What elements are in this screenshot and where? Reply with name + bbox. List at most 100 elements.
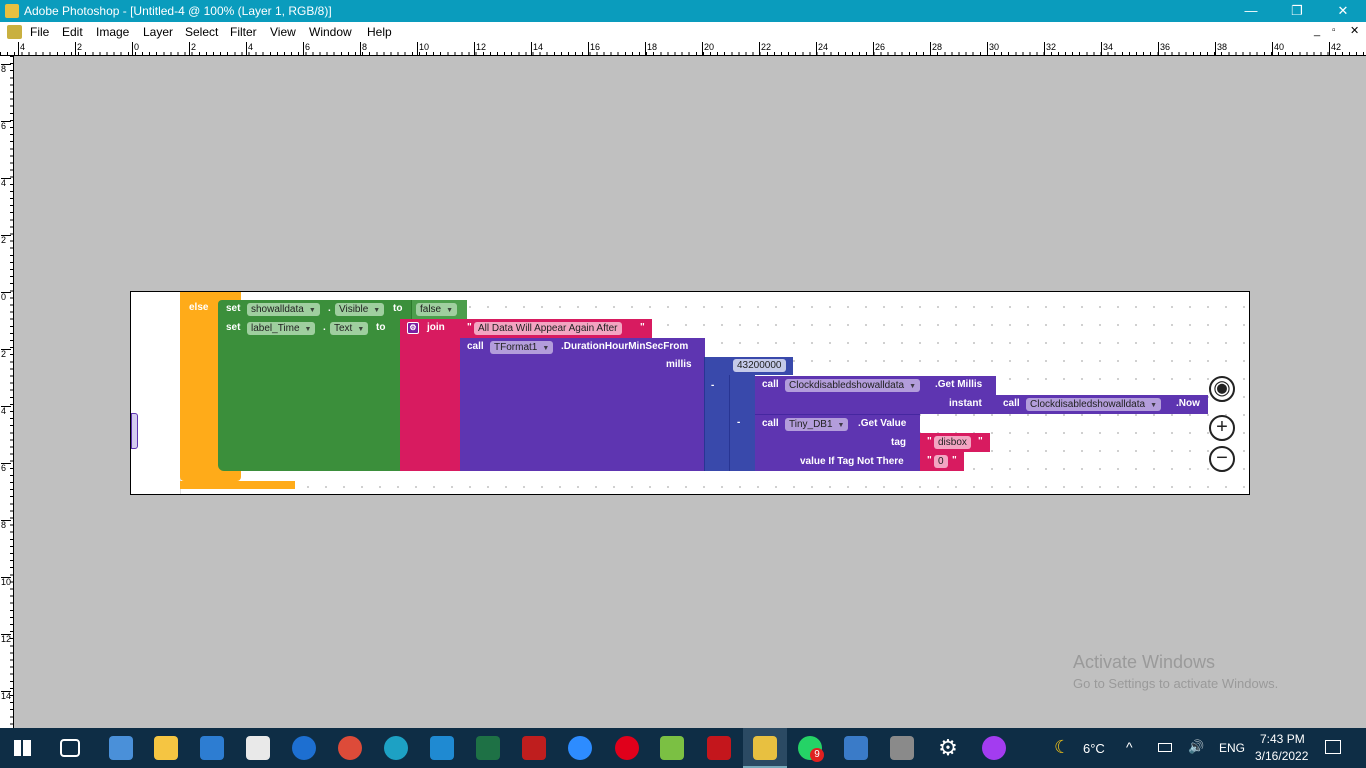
zoom-in-icon[interactable]: + [1209,415,1235,441]
bluestacks-icon[interactable] [660,736,684,760]
ruler-tick-label: 32 [1044,42,1056,55]
component-dropdown[interactable]: Tiny_DB1 ▼ [785,418,849,431]
notification-badge: 9 [810,748,824,762]
ruler-tick-label: 10 [1,577,12,587]
ruler-tick-label: 2 [1,349,11,359]
menu-layer[interactable]: Layer [143,25,173,39]
ruler-tick-label: 14 [531,42,543,55]
ruler-tick-label: 8 [1,64,11,74]
component-dropdown[interactable]: showalldata ▼ [247,303,320,316]
app-icon[interactable] [292,736,316,760]
mail-icon[interactable] [200,736,224,760]
component-dropdown[interactable]: label_Time ▼ [247,322,316,335]
component-dropdown[interactable]: TFormat1 ▼ [490,341,554,354]
get-millis-block[interactable]: call Clockdisabledshowalldata ▼ .Get Mill… [755,376,996,414]
window-title: Adobe Photoshop - [Untitled-4 @ 100% (La… [24,4,332,18]
tag-text-block[interactable]: " disbox " [920,433,990,452]
ruler-tick-label: 16 [588,42,600,55]
doc-minimize-button[interactable]: _ [1314,25,1320,37]
chrome-icon[interactable] [338,736,362,760]
messenger-icon[interactable] [982,736,1006,760]
menu-bar: File Edit Image Layer Select Filter View… [0,22,1366,42]
file-explorer-icon[interactable] [154,736,178,760]
menu-image[interactable]: Image [96,25,129,39]
component-dropdown[interactable]: Clockdisabledshowalldata ▼ [1026,398,1162,411]
zoom-out-icon[interactable]: − [1209,446,1235,472]
vscode-icon[interactable] [430,736,454,760]
photos-icon[interactable] [844,736,868,760]
ruler-tick-label: 24 [816,42,828,55]
acrobat-icon[interactable] [707,736,731,760]
opera-icon[interactable] [615,736,639,760]
moon-weather-icon[interactable]: ☾ [1054,737,1070,758]
language-indicator[interactable]: ENG [1219,741,1245,755]
tinydb-get-value-block[interactable]: call Tiny_DB1 ▼ .Get Value tag value If T… [755,414,920,471]
weather-text[interactable]: 6°C [1083,741,1105,756]
ruler-tick-label: 42 [1329,42,1341,55]
menu-file[interactable]: File [30,25,49,39]
default-text-block[interactable]: " 0 " [920,452,964,471]
settings-gear-icon[interactable]: ⚙ [936,736,960,760]
recenter-icon[interactable]: ◉ [1209,376,1235,402]
document-canvas[interactable]: else set showalldata ▼ . Visible ▼ to fals… [130,291,1250,495]
calculator-icon[interactable] [890,736,914,760]
number-field[interactable]: 43200000 [733,359,786,372]
ruler-tick-label: 18 [645,42,657,55]
clock-date[interactable]: 3/16/2022 [1255,749,1308,763]
zoom-icon[interactable] [568,736,592,760]
ruler-tick-label: 28 [930,42,942,55]
text-block[interactable]: " All Data Will Appear Again After " [460,319,652,338]
ruler-tick-label: 2 [1,235,11,245]
clock-time[interactable]: 7:43 PM [1260,732,1305,746]
menu-select[interactable]: Select [185,25,218,39]
ruler-tick-label: 30 [987,42,999,55]
close-button[interactable]: ✕ [1320,0,1366,22]
component-dropdown[interactable]: Clockdisabledshowalldata ▼ [785,379,921,392]
subtract-block[interactable]: - [704,357,730,471]
text-field[interactable]: All Data Will Appear Again After [474,322,622,335]
restore-button[interactable]: ❐ [1274,0,1320,22]
menu-window[interactable]: Window [309,25,352,39]
collapsed-block[interactable] [131,413,138,449]
photoshop-taskbar-button[interactable] [743,728,787,768]
set-text-block[interactable]: set label_Time ▼ . Text ▼ to [218,319,401,471]
menu-edit[interactable]: Edit [62,25,83,39]
ruler-tick-label: 40 [1272,42,1284,55]
doc-restore-button[interactable]: ▫ [1332,25,1336,36]
volume-icon[interactable]: 🔊 [1188,739,1204,755]
edge-icon[interactable] [384,736,408,760]
tformat-call-block[interactable]: call TFormat1 ▼ .DurationHourMinSecFrom m… [460,338,705,471]
number-block[interactable]: 43200000 [729,357,793,375]
set-visible-block[interactable]: set showalldata ▼ . Visible ▼ to false ▼ [218,300,467,319]
now-block[interactable]: call Clockdisabledshowalldata ▼ .Now [996,395,1208,414]
control-panel-icon[interactable] [109,736,133,760]
menu-help[interactable]: Help [367,25,392,39]
ruler-tick-label: 36 [1158,42,1170,55]
whatsapp-icon[interactable]: 9 [798,736,824,762]
property-dropdown[interactable]: Text ▼ [330,322,369,335]
store-icon[interactable] [246,736,270,760]
task-view-icon[interactable] [60,739,80,757]
gear-icon[interactable]: ⚙ [407,322,419,334]
excel-icon[interactable] [476,736,500,760]
menu-filter[interactable]: Filter [230,25,257,39]
minimize-button[interactable]: — [1228,0,1274,22]
menu-view[interactable]: View [270,25,296,39]
ruler-tick-label: 8 [360,42,367,55]
subtract-inner-block[interactable]: - [729,375,755,471]
ruler-tick-label: 34 [1101,42,1113,55]
join-block[interactable]: ⚙ join [400,319,460,471]
battery-icon[interactable] [1158,743,1172,752]
start-windows-icon[interactable] [14,740,31,756]
ruler-tick-label: 10 [417,42,429,55]
ruler-tick-label: 6 [1,121,11,131]
taskbar: 9 ⚙ ☾ 6°C ^ 🔊 ENG 7:43 PM 3/16/2022 [0,728,1366,768]
ruler-tick-label: 12 [1,634,12,644]
false-block[interactable]: false ▼ [411,300,467,319]
doc-close-button[interactable]: ✕ [1350,24,1359,37]
filezilla-icon[interactable] [522,736,546,760]
title-bar: Adobe Photoshop - [Untitled-4 @ 100% (La… [0,0,1366,22]
notifications-icon[interactable] [1325,740,1341,754]
property-dropdown[interactable]: Visible ▼ [335,303,385,316]
chevron-up-icon[interactable]: ^ [1126,739,1133,755]
